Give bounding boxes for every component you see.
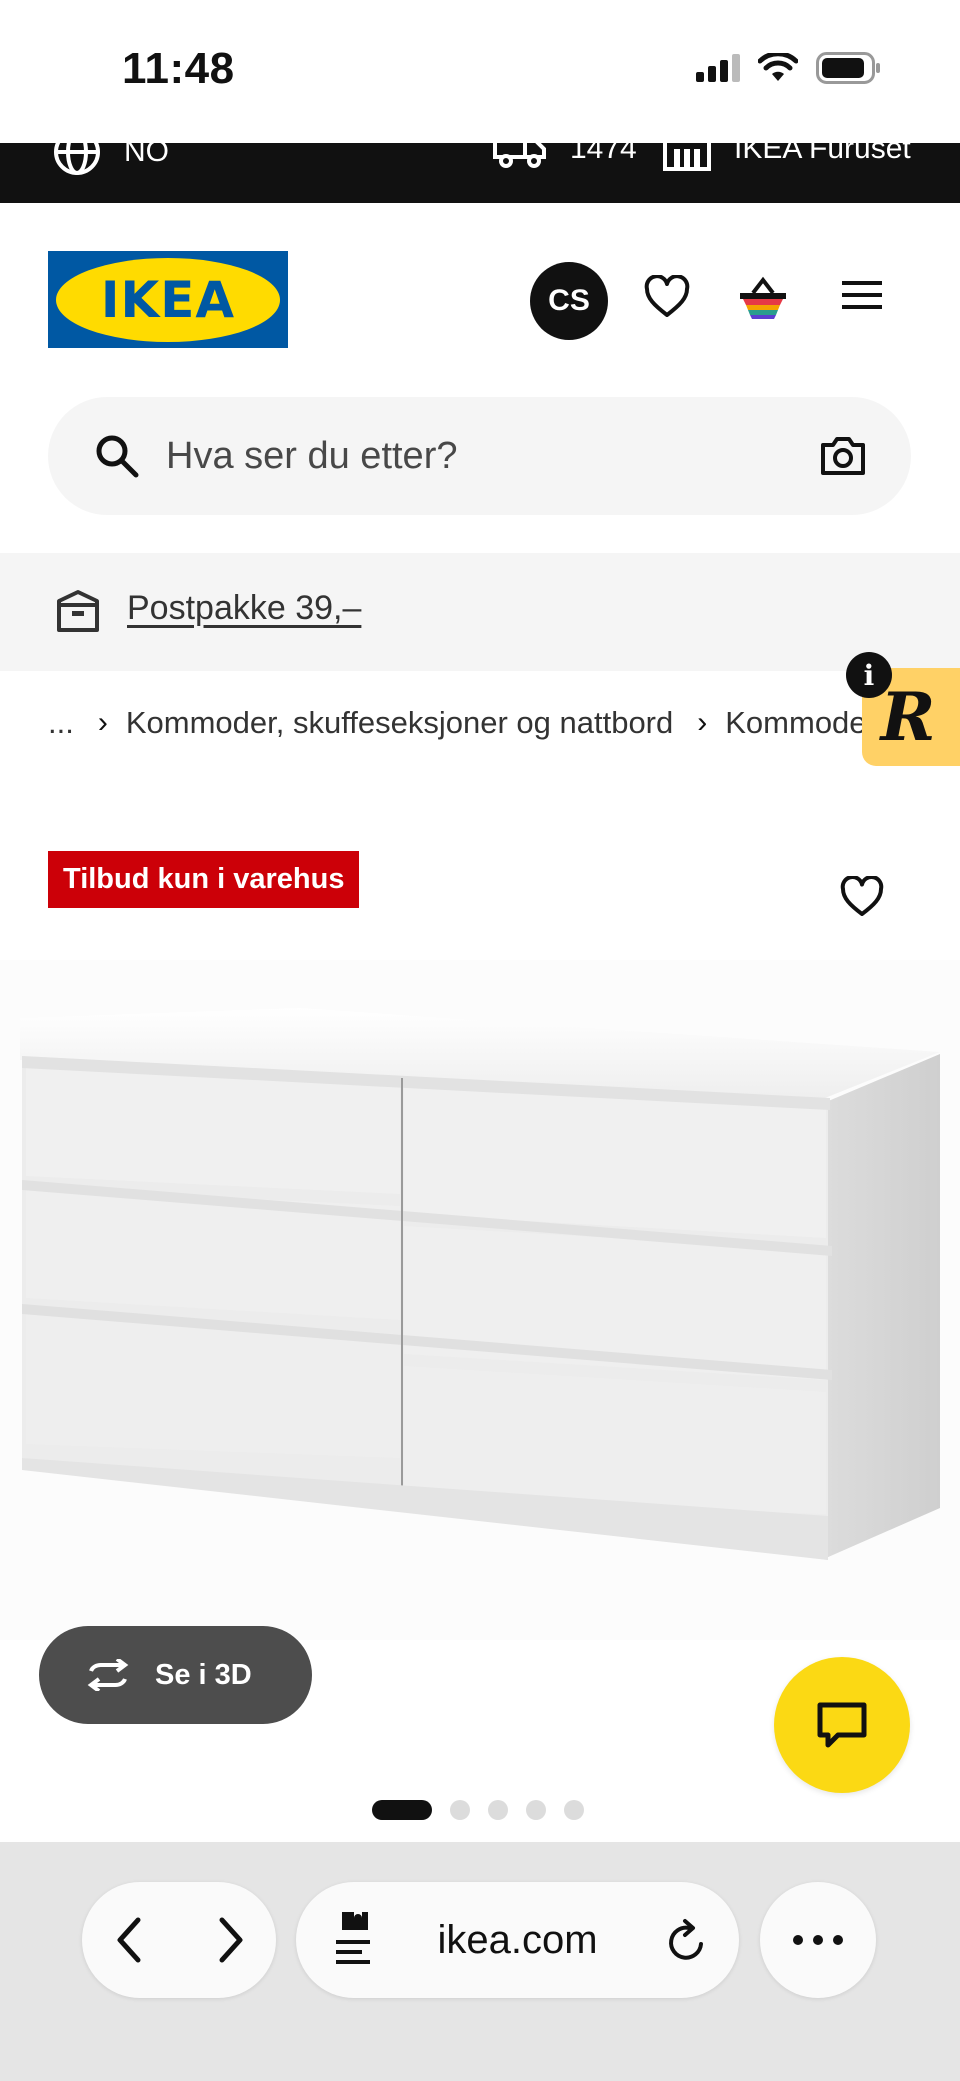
carousel-dot[interactable] (564, 1800, 584, 1820)
browser-toolbar: ikea.com (0, 1842, 960, 2081)
add-to-favorites-heart-icon[interactable] (840, 876, 884, 918)
search-input[interactable] (166, 397, 766, 515)
postpakke-link[interactable]: Postpakke 39,– (127, 589, 361, 628)
product-image-dresser[interactable] (0, 960, 960, 1640)
breadcrumb: ... › Kommoder, skuffeseksjoner og nattb… (48, 700, 960, 746)
reload-icon[interactable] (665, 1918, 709, 1964)
hamburger-menu-icon[interactable] (840, 275, 884, 315)
camera-search-icon[interactable] (819, 435, 867, 477)
offer-badge: Tilbud kun i varehus (48, 851, 360, 908)
address-bar[interactable]: ikea.com (296, 1882, 739, 1998)
language-selector[interactable]: NO (52, 143, 169, 177)
forward-chevron-icon[interactable] (210, 1912, 250, 1968)
rotate-3d-icon (87, 1659, 129, 1691)
view-in-3d-label: Se i 3D (155, 1658, 252, 1691)
chat-button[interactable] (774, 1657, 910, 1793)
top-info-strip: NO 1474 IKEA Furuset (0, 143, 960, 203)
language-label: NO (124, 143, 169, 168)
carousel-dot[interactable] (450, 1800, 470, 1820)
breadcrumb-item-dressers-category[interactable]: Kommoder, skuffeseksjoner og nattbord (126, 705, 673, 741)
favorites-heart-icon[interactable] (644, 275, 690, 319)
logo-text: IKEA (100, 270, 236, 329)
ikea-logo[interactable]: IKEA (48, 251, 288, 348)
profile-avatar[interactable]: CS (530, 262, 608, 340)
parcel-box-icon (57, 590, 99, 632)
store-selector[interactable]: IKEA Furuset (662, 143, 911, 171)
status-bar: 11:48 (0, 0, 960, 143)
back-chevron-icon[interactable] (110, 1912, 150, 1968)
carousel-dot[interactable] (488, 1800, 508, 1820)
breadcrumb-item-dressers[interactable]: Kommoder (725, 705, 877, 741)
globe-icon (54, 143, 100, 175)
postcode-label: 1474 (570, 143, 637, 165)
r-logo-icon: R (880, 678, 936, 756)
breadcrumb-ellipsis[interactable]: ... (48, 705, 74, 741)
chevron-right-icon: › (97, 706, 108, 739)
info-icon[interactable]: i (846, 652, 892, 698)
store-icon (663, 143, 711, 171)
logo-oval: IKEA (56, 257, 280, 342)
status-time: 11:48 (122, 44, 235, 93)
carousel-dot[interactable] (372, 1800, 432, 1820)
chat-bubble-icon (817, 1702, 867, 1748)
delivery-postcode[interactable]: 1474 (492, 143, 637, 171)
shipping-promo-banner: Postpakke 39,– (0, 553, 960, 671)
carousel-dot[interactable] (526, 1800, 546, 1820)
cellular-signal-icon (696, 54, 740, 82)
image-carousel-dots (372, 1800, 584, 1820)
ellipsis-icon (793, 1935, 843, 1945)
status-icons (696, 52, 880, 84)
site-header: IKEA CS (0, 203, 960, 393)
view-in-3d-button[interactable]: Se i 3D (39, 1626, 312, 1724)
store-label: IKEA Furuset (734, 143, 911, 165)
chevron-right-icon: › (697, 706, 708, 739)
nav-buttons-group (82, 1882, 276, 1998)
wifi-icon (758, 53, 798, 81)
more-options-button[interactable] (760, 1882, 876, 1998)
search-icon (96, 435, 139, 478)
shopping-basket-icon[interactable] (736, 275, 790, 323)
search-bar[interactable] (48, 397, 911, 515)
delivery-truck-icon (493, 143, 546, 168)
battery-icon (816, 52, 880, 84)
